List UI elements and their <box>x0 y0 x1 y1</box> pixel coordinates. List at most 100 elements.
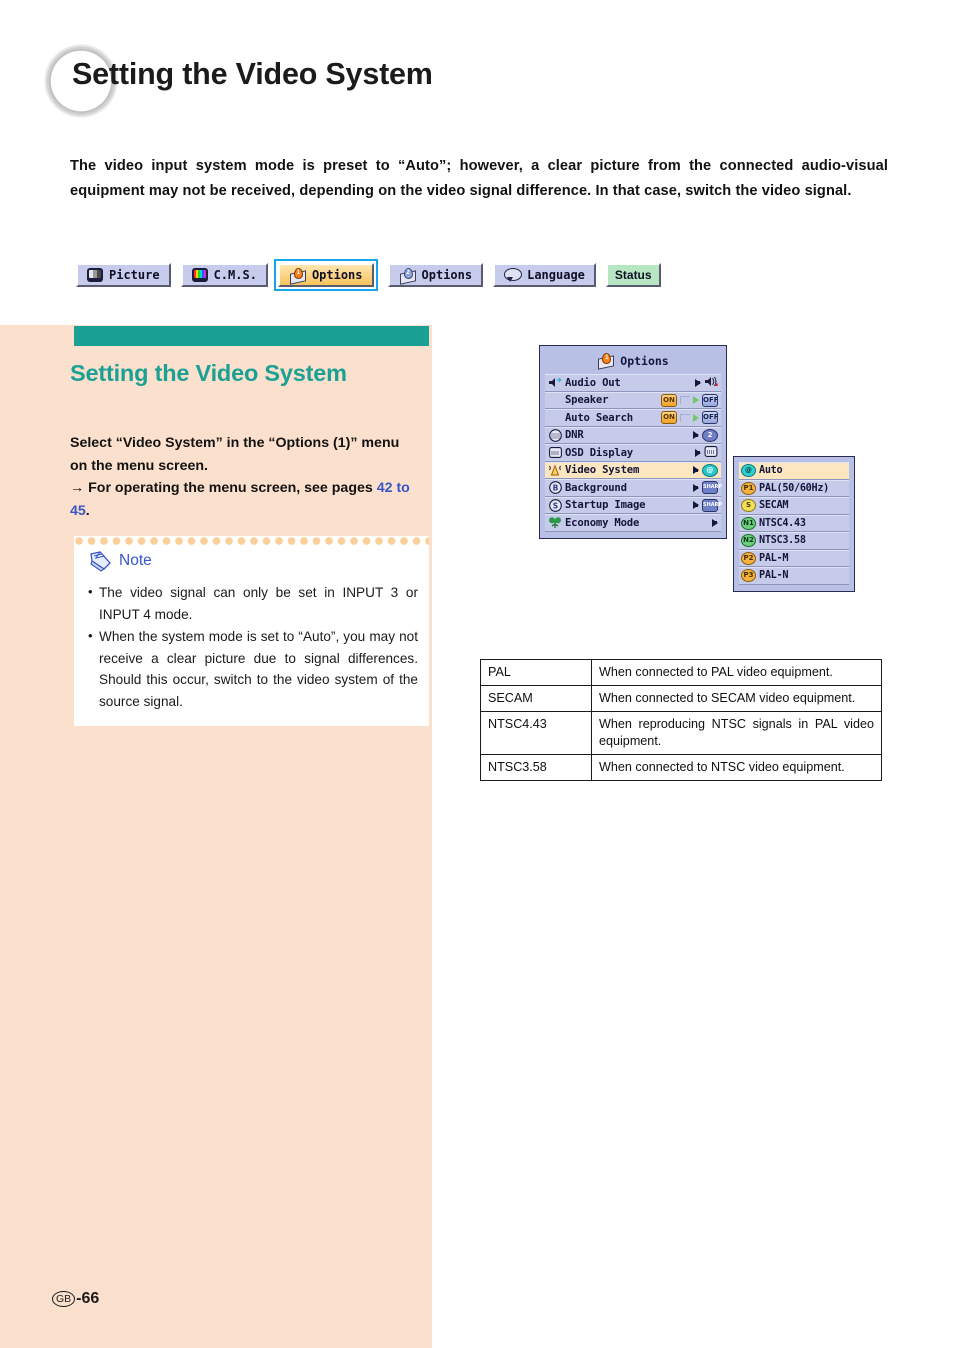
osd-row-toggle[interactable]: ON OFF <box>661 393 719 407</box>
table-cell-desc: When connected to SECAM video equipment. <box>591 685 882 712</box>
toggle-on-badge[interactable]: ON <box>661 393 677 407</box>
submenu-item-pal[interactable]: P1 PAL(50/60Hz) <box>739 479 849 497</box>
submenu-item-ntsc443[interactable]: N1 NTSC4.43 <box>739 514 849 532</box>
page-footer: GB -66 <box>52 1290 99 1308</box>
osd-row-auto-search[interactable]: Auto Search ON OFF <box>545 409 721 427</box>
startup-image-value-badge: SHARP <box>702 498 722 512</box>
page-number: -66 <box>76 1290 100 1307</box>
osd-options-menu: 1 Options Audio Out Speaker ON OFF Auto … <box>539 345 727 539</box>
p3-badge-icon: P3 <box>741 569 756 583</box>
osd-menu-title: 1 Options <box>545 350 721 374</box>
table-row: NTSC4.43 When reproducing NTSC signals i… <box>480 711 882 755</box>
dnr-value-badge: 2 <box>702 428 718 442</box>
table-cell-term: NTSC4.43 <box>480 711 592 755</box>
table-cell-term: SECAM <box>480 685 592 712</box>
osd-row-label: Background <box>565 481 627 494</box>
osd-row-audio-out[interactable]: Audio Out <box>545 374 721 392</box>
osd-row-label: Economy Mode <box>565 516 640 529</box>
arrow-right-icon <box>695 448 701 457</box>
osd-row-label: Auto Search <box>565 411 633 424</box>
osd-row-video-system[interactable]: Video System @ <box>545 461 721 479</box>
osd-row-economy-mode[interactable]: Economy Mode <box>545 514 721 532</box>
osd-row-value: SHARP <box>690 498 722 512</box>
osd-row-osd-display[interactable]: OSD Display <box>545 444 721 462</box>
arrow-right-icon <box>693 466 699 475</box>
picture-icon <box>87 268 103 282</box>
osd-row-value: SHARP <box>690 481 722 495</box>
note-label: Note <box>119 552 152 569</box>
s-icon: S <box>548 498 562 512</box>
tab-picture[interactable]: Picture <box>76 263 171 287</box>
p1-badge-icon: P1 <box>741 481 756 495</box>
tab-wrap-options2: 2 Options <box>387 263 484 287</box>
options1-icon: 1 <box>289 267 306 285</box>
tab-status[interactable]: Status <box>605 263 661 287</box>
osd-tab-bar: Picture C.M.S. 1 Options 2 Options Langu… <box>76 259 661 291</box>
tab-wrap-cms: C.M.S. <box>180 263 268 287</box>
tab-options-2[interactable]: 2 Options <box>387 263 484 287</box>
section-accent-bar <box>74 326 429 346</box>
osd-row-value <box>709 518 718 527</box>
submenu-item-label: Auto <box>759 465 783 477</box>
osd-row-label: Speaker <box>565 394 609 407</box>
tab-wrap-options1: 1 Options <box>273 259 378 291</box>
arrow-right-icon <box>695 378 701 387</box>
arrow-right-icon <box>693 483 699 492</box>
osd-row-label: Startup Image <box>565 499 646 512</box>
osd-row-label: OSD Display <box>565 446 633 459</box>
options2-icon: 2 <box>399 267 416 285</box>
n1-badge-icon: N1 <box>741 516 756 530</box>
b-icon: B <box>548 481 562 495</box>
tab-options-2-label: Options <box>421 268 473 282</box>
arrow-right-icon <box>693 501 699 510</box>
toggle-off-badge[interactable]: OFF <box>702 411 719 425</box>
instruction-line-1: Select “Video System” in the “Options (1… <box>70 435 400 474</box>
pencil-icon <box>88 550 114 572</box>
submenu-item-label: PAL(50/60Hz) <box>759 482 830 494</box>
table-cell-desc: When connected to PAL video equipment. <box>591 659 882 686</box>
arrow-right-icon <box>693 431 699 440</box>
note-item: When the system mode is set to “Auto”, y… <box>88 625 418 712</box>
note-box: Note The video signal can only be set in… <box>74 536 429 726</box>
osd-row-value <box>692 376 718 390</box>
n2-badge-icon: N2 <box>741 534 756 548</box>
submenu-item-pal-n[interactable]: P3 PAL-N <box>739 567 849 585</box>
submenu-item-label: NTSC4.43 <box>759 517 806 529</box>
osd-row-startup-image[interactable]: S Startup Image SHARP <box>545 496 722 514</box>
auto-badge-icon: @ <box>741 464 756 478</box>
dnr-icon <box>548 428 562 442</box>
submenu-item-secam[interactable]: S SECAM <box>739 497 849 515</box>
submenu-item-auto[interactable]: @ Auto <box>739 462 849 480</box>
submenu-item-pal-m[interactable]: P2 PAL-M <box>739 549 849 567</box>
toggle-off-badge[interactable]: OFF <box>702 393 719 407</box>
tab-language[interactable]: Language <box>493 263 596 287</box>
submenu-item-ntsc358[interactable]: N2 NTSC3.58 <box>739 532 849 550</box>
osd-row-background[interactable]: B Background SHARP <box>545 479 722 497</box>
section-heading: Setting the Video System <box>70 360 347 386</box>
tab-cms[interactable]: C.M.S. <box>180 263 268 287</box>
tab-options-1[interactable]: 1 Options <box>277 263 374 287</box>
intro-paragraph: The video input system mode is preset to… <box>70 158 888 199</box>
table-row: SECAM When connected to SECAM video equi… <box>480 685 882 712</box>
video-system-description-table: PAL When connected to PAL video equipmen… <box>480 659 882 781</box>
language-icon <box>504 268 523 282</box>
submenu-item-label: PAL-M <box>759 552 789 564</box>
video-system-submenu: @ Auto P1 PAL(50/60Hz) S SECAM N1 NTSC4.… <box>733 456 855 592</box>
table-cell-term: PAL <box>480 659 592 686</box>
p2-badge-icon: P2 <box>741 551 756 565</box>
tab-language-label: Language <box>527 268 585 282</box>
tab-wrap-picture: Picture <box>76 263 171 287</box>
osd-value-icon <box>704 445 718 460</box>
osd-row-toggle[interactable]: ON OFF <box>661 411 719 425</box>
tab-status-label: Status <box>614 268 652 282</box>
svg-text:B: B <box>552 484 558 493</box>
toggle-on-badge[interactable]: ON <box>661 411 677 425</box>
switch-forward-arrow-icon <box>693 413 699 422</box>
instruction-line-2-post: . <box>85 502 90 519</box>
switch-back-arrow-icon <box>680 396 690 405</box>
tab-options-1-label: Options <box>311 268 363 282</box>
tab-wrap-status: Status <box>605 263 661 287</box>
osd-row-speaker[interactable]: Speaker ON OFF <box>545 391 721 409</box>
tab-cms-label: C.M.S. <box>213 268 257 282</box>
osd-row-dnr[interactable]: DNR 2 <box>545 426 721 444</box>
